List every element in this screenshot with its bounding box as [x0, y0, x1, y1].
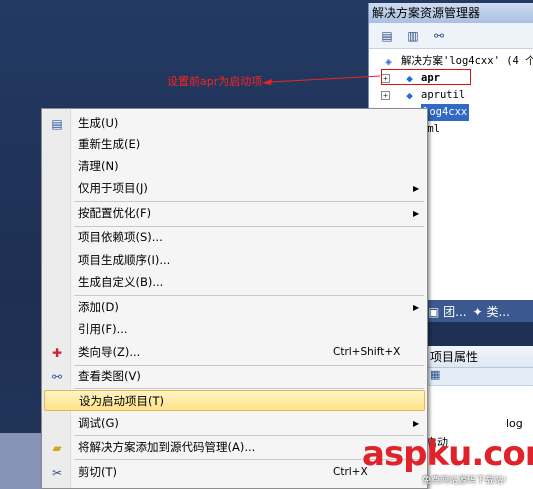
properties-toolbar: ▦: [426, 368, 533, 386]
scissors-icon: ✂: [51, 466, 63, 480]
menu-item-label: 生成自定义(B)...: [78, 275, 164, 289]
submenu-arrow-icon: ▶: [413, 419, 420, 428]
annotation-arrow: [262, 75, 381, 85]
menu-item-label: 添加(D): [78, 300, 119, 314]
solution-explorer-toolbar: ▤ ▥ ⚯: [369, 23, 533, 49]
expand-icon[interactable]: +: [381, 91, 390, 100]
menu-item-build-order[interactable]: 项目生成顺序(I)...: [44, 250, 425, 271]
menu-item-shortcut: Ctrl+Shift+X: [333, 346, 401, 358]
project-label-log4cxx: log4cxx: [421, 104, 470, 121]
submenu-arrow-icon: ▶: [413, 209, 420, 218]
menu-separator: [74, 295, 424, 296]
project-icon: ◆: [406, 89, 413, 102]
menu-item-label: 清理(N): [78, 159, 119, 173]
menu-item-pgo[interactable]: 按配置优化(F) ▶: [44, 203, 425, 224]
annotation-text: 设置前apr为启动项: [167, 75, 263, 88]
menu-item-label: 生成(U): [78, 116, 119, 130]
class-diagram-icon: ⚯: [51, 370, 63, 384]
menu-item-label: 查看类图(V): [78, 369, 141, 383]
menu-item-label: 按配置优化(F): [78, 206, 152, 220]
show-all-files-icon[interactable]: ▥: [403, 27, 423, 45]
menu-item-class-wizard[interactable]: ✚ 类向导(Z)... Ctrl+Shift+X: [44, 342, 425, 363]
menu-item-set-startup-project[interactable]: 设为启动项目(T): [44, 390, 425, 411]
menu-item-dependencies[interactable]: 项目依赖项(S)...: [44, 227, 425, 248]
menu-item-label: 剪切(T): [78, 465, 117, 479]
class-view-tab[interactable]: ✦ 类...: [473, 303, 510, 320]
watermark-subtitle: 免费网站源码下载站!: [422, 476, 507, 486]
menu-item-build[interactable]: ▤ 生成(U): [44, 113, 425, 134]
property-value: log: [506, 417, 523, 430]
left-bottom-strip: [0, 433, 45, 489]
project-label-aprutil: aprutil: [421, 89, 466, 101]
team-tab[interactable]: ▣ 团...: [428, 303, 467, 320]
menu-item-label: 项目依赖项(S)...: [78, 230, 163, 244]
project-row-aprutil[interactable]: + ◆ aprutil: [369, 87, 533, 104]
menu-item-view-class-diagram[interactable]: ⚯ 查看类图(V): [44, 366, 425, 387]
class-wizard-icon: ✚: [51, 346, 63, 360]
view-class-diagram-icon[interactable]: ⚯: [429, 27, 449, 45]
project-context-menu: ▤ 生成(U) 重新生成(E) 清理(N) 仅用于项目(J) ▶ 按配置优化(F…: [41, 108, 428, 489]
menu-item-clean[interactable]: 清理(N): [44, 156, 425, 177]
team-tab-label: 团...: [443, 304, 467, 319]
menu-item-label: 将解决方案添加到源代码管理(A)...: [78, 440, 256, 454]
menu-item-add[interactable]: 添加(D) ▶: [44, 297, 425, 318]
solution-root-label: 解决方案'log4cxx' (4 个: [401, 55, 533, 67]
categorized-icon[interactable]: ▦: [430, 368, 440, 381]
menu-item-project-only[interactable]: 仅用于项目(J) ▶: [44, 178, 425, 199]
menu-item-build-customizations[interactable]: 生成自定义(B)...: [44, 272, 425, 293]
menu-item-references[interactable]: 引用(F)...: [44, 319, 425, 340]
solution-icon: ◈: [385, 55, 392, 68]
watermark: aspku.com 免费网站源码下载站!: [362, 434, 533, 489]
solution-root-row[interactable]: ◈ 解决方案'log4cxx' (4 个: [369, 53, 533, 70]
menu-item-label: 引用(F)...: [78, 322, 128, 336]
menu-item-label: 仅用于项目(J): [78, 181, 148, 195]
menu-separator: [74, 388, 424, 389]
properties-row[interactable]: log: [426, 414, 533, 434]
menu-item-label: 类向导(Z)...: [78, 345, 141, 359]
menu-separator: [74, 201, 424, 202]
build-icon: ▤: [51, 117, 63, 131]
annotation-highlight-box: [381, 69, 471, 85]
properties-icon[interactable]: ▤: [377, 27, 397, 45]
source-control-icon: ▰: [52, 441, 62, 455]
menu-item-label: 调试(G): [78, 416, 119, 430]
menu-item-label: 项目生成顺序(I)...: [78, 253, 171, 267]
menu-item-debug[interactable]: 调试(G) ▶: [44, 413, 425, 434]
submenu-arrow-icon: ▶: [413, 184, 420, 193]
menu-item-rebuild[interactable]: 重新生成(E): [44, 134, 425, 155]
submenu-arrow-icon: ▶: [413, 303, 420, 312]
menu-item-label: 重新生成(E): [78, 137, 141, 151]
watermark-brand: aspku.com: [362, 434, 533, 474]
class-view-tab-label: 类...: [486, 304, 510, 319]
solution-explorer-title: 解决方案资源管理器: [369, 3, 533, 23]
menu-item-label: 设为启动项目(T): [79, 394, 164, 408]
properties-title: 项目属性: [426, 346, 533, 368]
